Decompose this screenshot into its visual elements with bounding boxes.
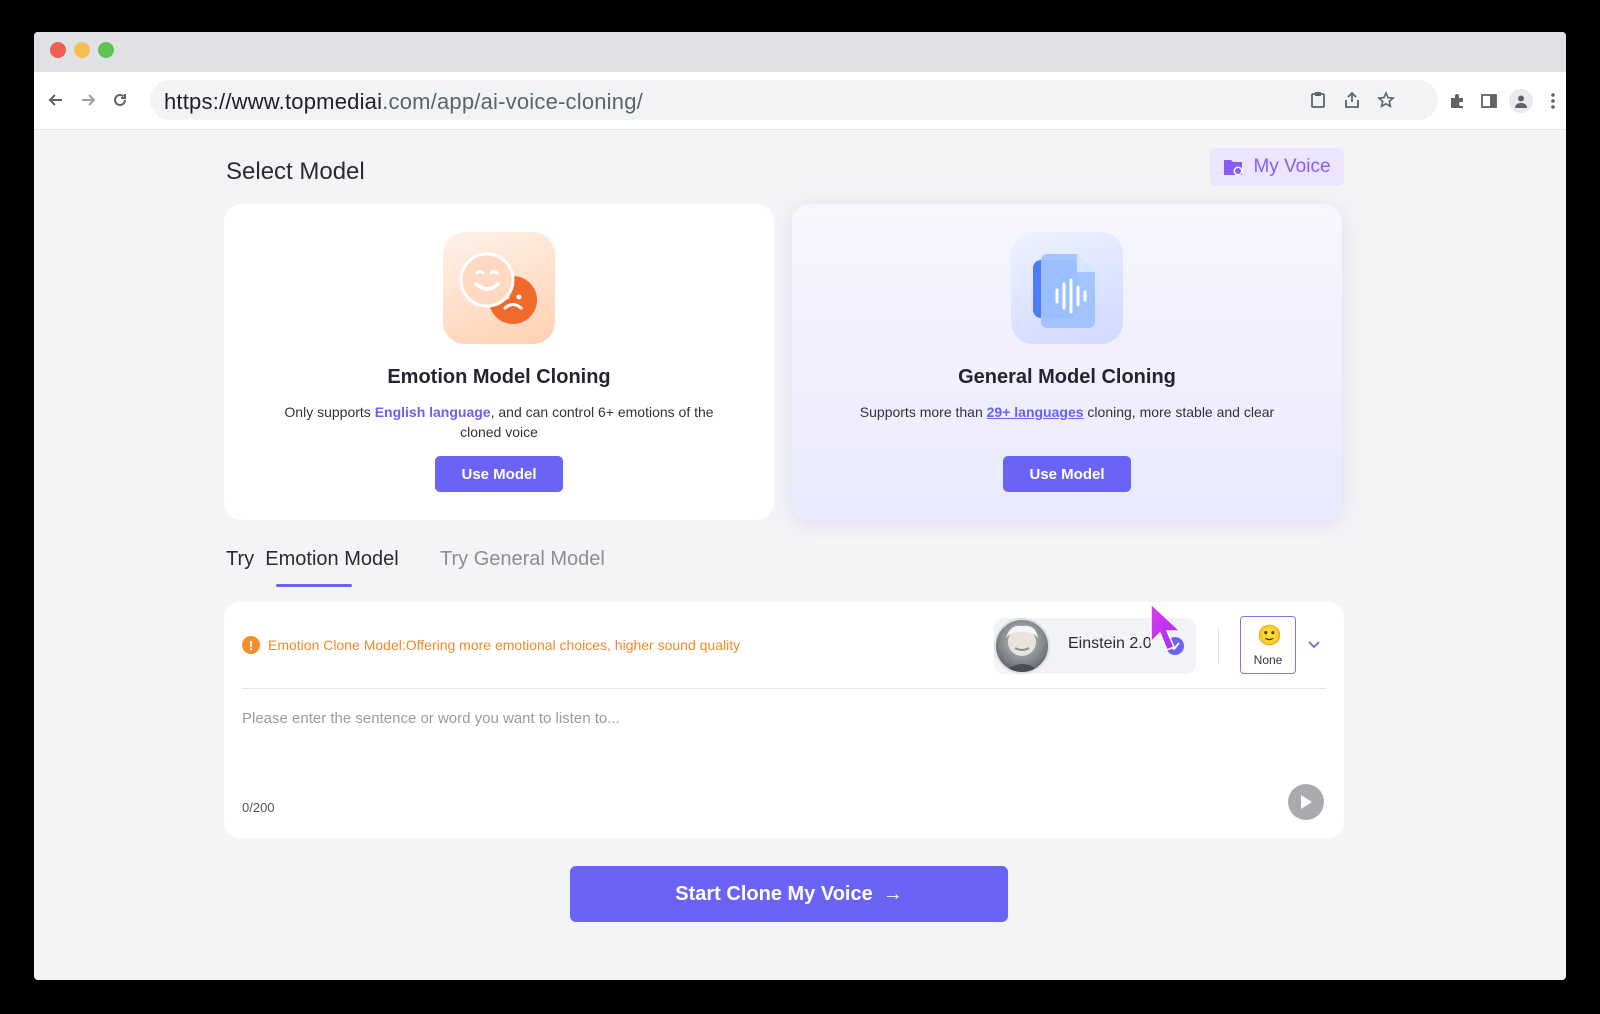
browser-menu-icon[interactable] xyxy=(1540,88,1566,114)
url-text: https://www.topmediai.com/app/ai-voice-c… xyxy=(164,89,643,114)
emotion-card-description: Only supports English language, and can … xyxy=(284,404,714,440)
emotion-use-model-button[interactable]: Use Model xyxy=(435,456,563,492)
emotion-faces-icon xyxy=(443,232,555,344)
device-frame: https://www.topmediai.com/app/ai-voice-c… xyxy=(0,0,1600,1014)
audio-file-icon xyxy=(1011,232,1123,344)
text-input-area[interactable]: Please enter the sentence or word you wa… xyxy=(242,710,620,727)
voice-folder-icon xyxy=(1224,160,1243,176)
english-language-link[interactable]: English language xyxy=(375,404,491,420)
my-voice-label: My Voice xyxy=(1253,156,1331,177)
warning-icon: ! xyxy=(242,636,260,654)
notice-text: Emotion Clone Model:Offering more emotio… xyxy=(268,637,741,653)
close-window-button[interactable] xyxy=(50,42,66,58)
page-content: Select Model My Voice Emotion Model Clon… xyxy=(34,130,1566,980)
profile-avatar-icon[interactable] xyxy=(1508,88,1534,114)
chevron-down-icon[interactable] xyxy=(1306,636,1322,652)
tab-emotion-model[interactable]: Try Emotion Model xyxy=(226,548,399,571)
start-clone-label: Start Clone My Voice xyxy=(675,882,873,905)
maximize-window-button[interactable] xyxy=(98,42,114,58)
page-title: Select Model xyxy=(226,158,365,185)
play-button[interactable] xyxy=(1288,784,1324,820)
play-icon xyxy=(1301,795,1312,809)
back-arrow-icon[interactable] xyxy=(42,86,70,114)
active-tab-indicator xyxy=(276,584,352,587)
character-counter: 0/200 xyxy=(242,800,275,815)
share-icon[interactable] xyxy=(1340,88,1364,112)
languages-link[interactable]: 29+ languages xyxy=(987,404,1084,420)
panel-divider xyxy=(242,688,1326,689)
model-notice: ! Emotion Clone Model:Offering more emot… xyxy=(242,636,740,654)
minimize-window-button[interactable] xyxy=(74,42,90,58)
address-bar[interactable]: https://www.topmediai.com/app/ai-voice-c… xyxy=(150,80,1438,120)
start-clone-button[interactable]: Start Clone My Voice → xyxy=(570,866,1008,922)
general-model-card[interactable]: General Model Cloning Supports more than… xyxy=(792,204,1342,520)
forward-arrow-icon[interactable] xyxy=(74,86,102,114)
emotion-card-title: Emotion Model Cloning xyxy=(387,366,611,388)
smile-emoji-icon: 🙂 xyxy=(1257,625,1282,647)
general-card-title: General Model Cloning xyxy=(958,366,1176,388)
tab-general-model[interactable]: Try General Model xyxy=(440,548,605,571)
extensions-puzzle-icon[interactable] xyxy=(1444,88,1470,114)
arrow-right-icon: → xyxy=(882,882,903,905)
my-voice-button[interactable]: My Voice xyxy=(1210,148,1344,186)
bookmark-star-icon[interactable] xyxy=(1374,88,1398,112)
general-card-description: Supports more than 29+ languages cloning… xyxy=(859,404,1275,420)
reload-icon[interactable] xyxy=(106,86,134,114)
emotion-selector[interactable]: 🙂 None xyxy=(1240,616,1296,674)
browser-window: https://www.topmediai.com/app/ai-voice-c… xyxy=(34,32,1566,980)
clipboard-icon[interactable] xyxy=(1306,88,1330,112)
selector-divider xyxy=(1218,628,1219,664)
general-use-model-button[interactable]: Use Model xyxy=(1003,456,1131,492)
side-panel-icon[interactable] xyxy=(1476,88,1502,114)
title-bar xyxy=(34,32,1566,72)
selected-voice-name: Einstein 2.0 xyxy=(1068,635,1152,652)
emotion-model-card[interactable]: Emotion Model Cloning Only supports Engl… xyxy=(224,204,774,520)
mouse-cursor-icon xyxy=(1148,602,1188,660)
emotion-label: None xyxy=(1253,653,1283,667)
browser-toolbar: https://www.topmediai.com/app/ai-voice-c… xyxy=(34,72,1566,130)
einstein-avatar xyxy=(994,618,1050,674)
